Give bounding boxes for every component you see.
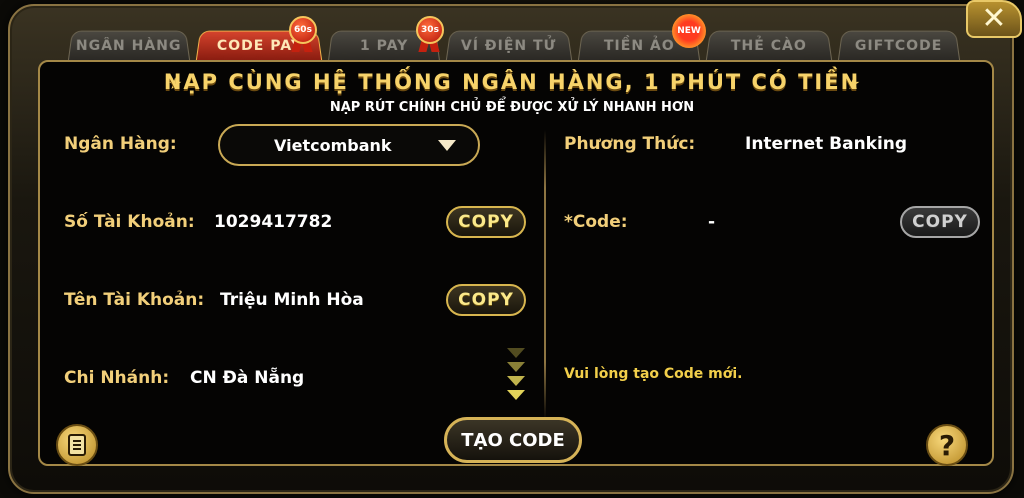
create-code-button[interactable]: TẠO CODE (444, 417, 582, 463)
copy-account-number-button[interactable]: COPY (446, 206, 526, 238)
bank-select-value: Vietcombank (274, 135, 392, 155)
tab-label: 1 PAY (359, 37, 409, 54)
branch-value: CN Đà Nẵng (190, 368, 305, 388)
tab-label: TIỀN ẢO (603, 37, 675, 54)
column-divider (544, 130, 546, 420)
caret-down-icon (438, 140, 456, 151)
page-title: NẠP CÙNG HỆ THỐNG NGÂN HÀNG, 1 PHÚT CÓ T… (163, 70, 861, 94)
code-value: - (708, 212, 716, 232)
help-icon: ? (938, 428, 956, 462)
tab-label: THẺ CÀO (731, 37, 807, 54)
account-number-value: 1029417782 (214, 212, 333, 232)
close-button[interactable]: ✕ (966, 0, 1022, 38)
method-value: Internet Banking (745, 134, 908, 154)
code-label: *Code: (564, 212, 628, 232)
tab-vi-dien-tu[interactable]: VÍ ĐIỆN TỬ (445, 30, 573, 61)
tab-label: VÍ ĐIỆN TỬ (461, 37, 557, 54)
new-badge: NEW (672, 14, 706, 48)
history-button[interactable] (56, 424, 98, 466)
timer-badge: 30s (416, 16, 444, 44)
bank-select[interactable]: Vietcombank (218, 124, 480, 166)
copy-account-name-button[interactable]: COPY (446, 284, 526, 316)
account-name-label: Tên Tài Khoản: (64, 290, 205, 310)
tab-the-cao[interactable]: THẺ CÀO (705, 30, 833, 61)
account-name-value: Triệu Minh Hòa (220, 290, 364, 310)
tab-label: CODE PAY (216, 37, 302, 54)
tab-label: NGÂN HÀNG (76, 37, 182, 54)
bank-label: Ngân Hàng: (64, 134, 177, 154)
account-number-label: Số Tài Khoản: (64, 212, 195, 232)
method-label: Phương Thức: (564, 134, 696, 154)
document-icon (68, 434, 86, 456)
branch-label: Chi Nhánh: (64, 368, 170, 388)
tab-label: GIFTCODE (855, 37, 943, 54)
help-button[interactable]: ? (926, 424, 968, 466)
timer-badge: 60s (289, 16, 317, 44)
tab-ngan-hang[interactable]: NGÂN HÀNG (67, 30, 191, 61)
copy-code-button[interactable]: COPY (900, 206, 980, 238)
code-hint: Vui lòng tạo Code mới. (564, 366, 743, 382)
close-icon: ✕ (981, 1, 1007, 36)
page-subtitle: NẠP RÚT CHÍNH CHỦ ĐỂ ĐƯỢC XỬ LÝ NHANH HƠ… (329, 100, 695, 115)
tab-giftcode[interactable]: GIFTCODE (837, 30, 961, 61)
chevron-down-icon (505, 348, 527, 406)
